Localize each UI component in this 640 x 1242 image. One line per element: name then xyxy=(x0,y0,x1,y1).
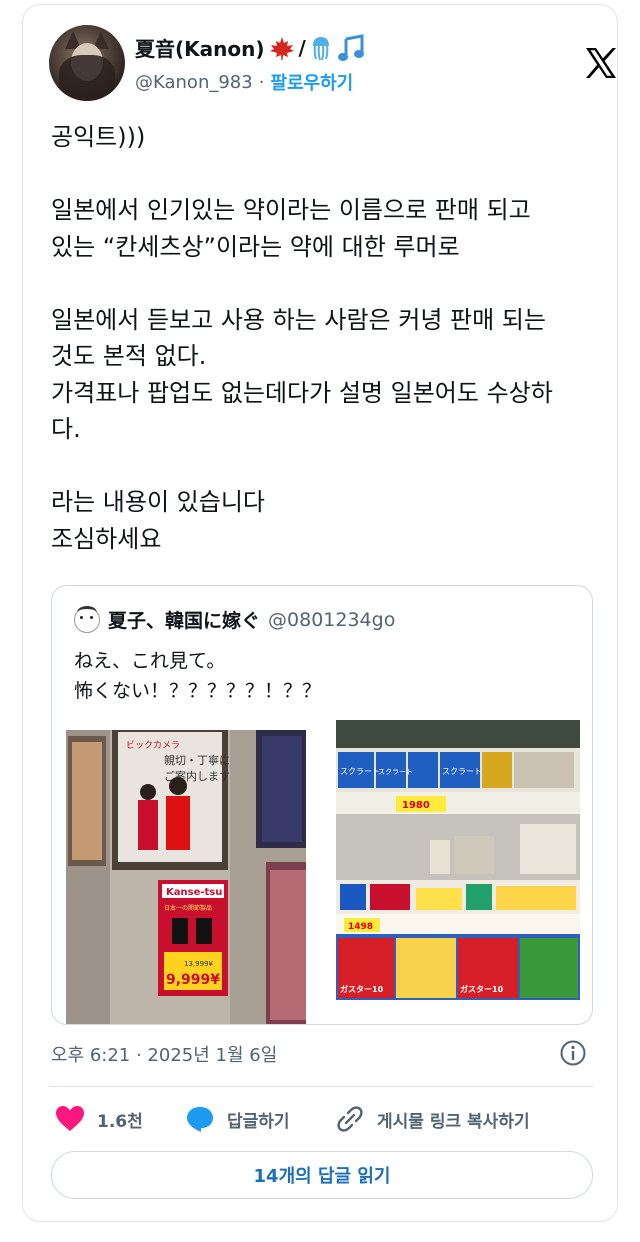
quoted-line: ねえ、これ見て。 xyxy=(74,650,226,672)
sign-subtitle: 日本一の関節製品 xyxy=(164,904,212,912)
price-tag: 1498 xyxy=(348,922,373,932)
poster-brand: ビックカメラ xyxy=(126,740,180,751)
quoted-photo-left[interactable]: ビックカメラ 親切・丁寧に ご案内します Kanse-tsu 日本一の関節製品 … xyxy=(66,730,306,1025)
quoted-handle: @0801234go xyxy=(268,608,396,631)
copy-link-button[interactable]: 게시물 링크 복사하기 xyxy=(335,1101,530,1137)
shelf-product-label: スクラート xyxy=(340,767,380,776)
shelf-product-label: スクラート xyxy=(378,768,413,776)
author-handle-row: @Kanon_983 · 팔로우하기 xyxy=(135,69,353,95)
music-note-icon xyxy=(337,33,364,61)
tweet-line: 일본에서 인기있는 약이라는 이름으로 판매 되고 xyxy=(51,196,531,224)
quoted-tweet-header: 夏子、韓国に嫁ぐ @0801234go xyxy=(74,605,396,633)
tweet-header: 夏音(Kanon) / @Kanon_983 · 팔로우하기 xyxy=(49,25,616,101)
x-logo-icon[interactable] xyxy=(583,45,619,81)
tweet-line: 것도 본적 없다. xyxy=(51,342,207,370)
tweet-line: 조심하세요 xyxy=(51,524,162,553)
poster-line: 親切・丁寧に xyxy=(164,753,230,767)
shelf-product-label: スクラート xyxy=(442,767,482,776)
separator-dot: · xyxy=(258,71,265,93)
divider xyxy=(49,1086,593,1087)
quoted-photo-right[interactable]: スクラート スクラート スクラート 1980 1498 ガスター10 ガスター1… xyxy=(336,720,580,1000)
follow-button[interactable]: 팔로우하기 xyxy=(270,69,353,95)
reply-button[interactable]: 답글하기 xyxy=(185,1101,290,1137)
like-button[interactable]: 1.6천 xyxy=(55,1101,143,1137)
author-handle[interactable]: @Kanon_983 xyxy=(135,72,253,93)
quoted-line: 怖くない！？？？？？！？？ xyxy=(74,680,322,702)
name-slash: / xyxy=(298,35,306,60)
author-avatar[interactable] xyxy=(49,25,125,101)
quoted-display-name: 夏子、韓国に嫁ぐ xyxy=(108,610,261,632)
heart-icon xyxy=(56,1106,84,1131)
shelf-bottom-label: ガスター10 xyxy=(460,984,504,994)
tweet-line: 다. xyxy=(51,415,81,443)
tweet-line: 있는 “칸세츠상”이라는 약에 대한 루머로 xyxy=(51,232,460,261)
info-icon[interactable] xyxy=(559,1039,587,1067)
author-name-row: 夏音(Kanon) / xyxy=(135,33,366,62)
read-replies-button[interactable]: 14개의 답글 읽기 xyxy=(51,1151,593,1199)
quoted-avatar xyxy=(74,605,100,633)
tweet-line: 가격표나 팝업도 없는데다가 설명 일본어도 수상하 xyxy=(51,378,553,407)
shelf-bottom-label: ガスター10 xyxy=(340,984,384,994)
quoted-text: ねえ、これ見て。 怖くない！？？？？？！？？ xyxy=(74,646,321,706)
tweet-line: 공익트))) xyxy=(51,123,146,151)
price-tag: 1980 xyxy=(402,800,430,811)
tweet-card: 夏音(Kanon) / @Kanon_983 · 팔로우하기 공익트))) 일본… xyxy=(22,4,618,1222)
jellyfish-icon xyxy=(312,36,329,60)
action-bar: 1.6천 답글하기 게시물 링크 복사하기 xyxy=(51,1101,591,1137)
tweet-timestamp[interactable]: 오후 6:21 · 2025년 1월 6일 xyxy=(51,1041,277,1067)
copy-link-label: 게시물 링크 복사하기 xyxy=(377,1111,530,1132)
sign-price: 9,999¥ xyxy=(166,972,220,988)
link-icon xyxy=(337,1106,363,1132)
sign-old-price: 13,999¥ xyxy=(184,960,213,968)
reply-bubble-icon xyxy=(187,1107,213,1132)
author-display-name[interactable]: 夏音(Kanon) xyxy=(135,33,265,62)
tweet-line: 일본에서 듣보고 사용 하는 사람은 커녕 판매 되는 xyxy=(51,305,547,334)
reply-label: 답글하기 xyxy=(227,1111,290,1132)
like-count: 1.6천 xyxy=(97,1111,143,1132)
sign-title: Kanse-tsu xyxy=(166,887,222,898)
tweet-line: 라는 내용이 있습니다 xyxy=(51,488,265,516)
maple-leaf-icon xyxy=(269,36,294,60)
tweet-body: 공익트))) 일본에서 인기있는 약이라는 이름으로 판매 되고 있는 “칸세츠… xyxy=(51,119,601,557)
quoted-tweet[interactable]: 夏子、韓国に嫁ぐ @0801234go ねえ、これ見て。 怖くない！？？？？？！… xyxy=(51,585,593,1025)
